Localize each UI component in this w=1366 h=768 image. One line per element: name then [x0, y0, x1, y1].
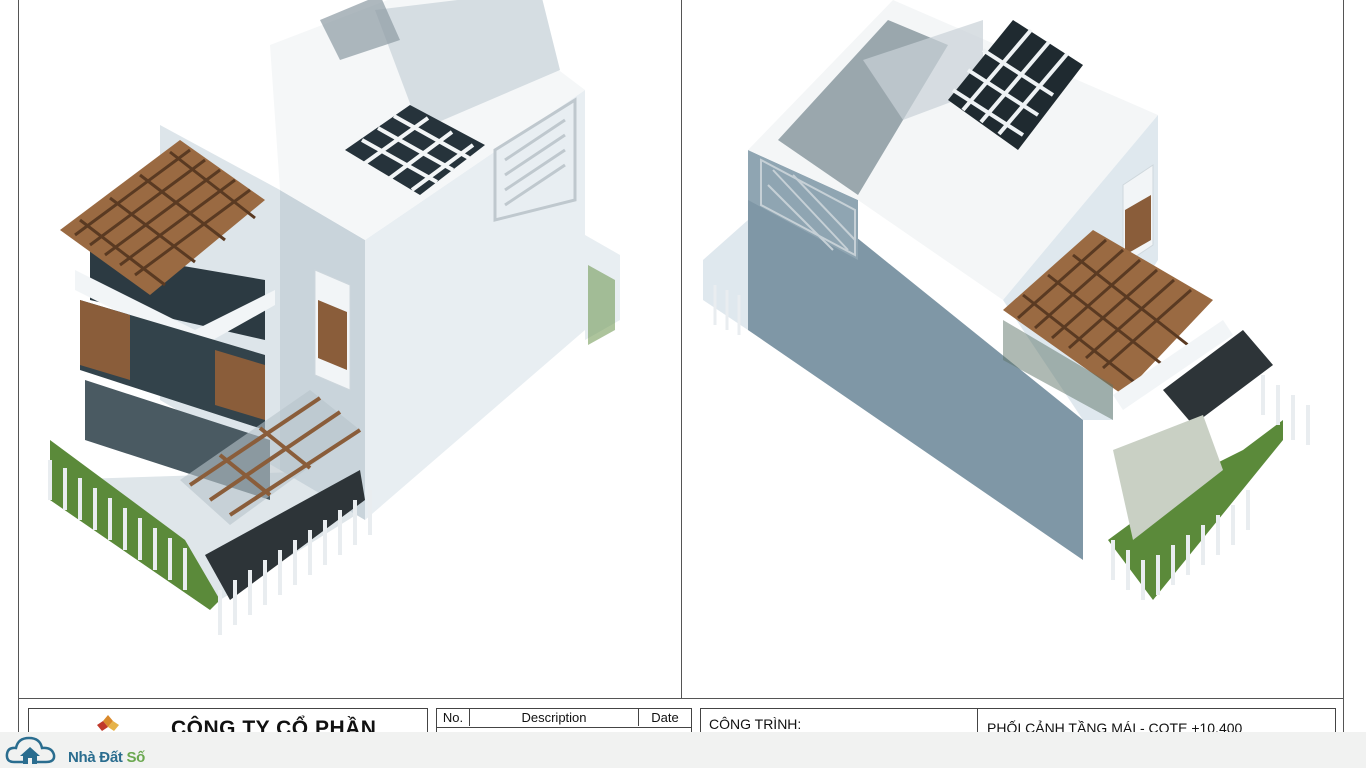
revision-header-no: No.	[437, 709, 470, 726]
project-label: CÔNG TRÌNH:	[709, 716, 802, 732]
revision-header-date: Date	[651, 710, 679, 725]
project-divider	[977, 709, 978, 733]
company-box: CÔNG TY CỔ PHẦN	[28, 708, 428, 740]
revision-header-description: Description	[470, 709, 639, 726]
sheet-border-right	[1343, 0, 1344, 732]
house-render-rear-view	[703, 0, 1310, 600]
project-info-box: CÔNG TRÌNH: PHỐI CẢNH TẦNG MÁI - COTE +1…	[700, 708, 1336, 736]
brand-text-part1: Nhà Đất	[68, 749, 127, 766]
watermark-bar: Nhà Đất Số	[0, 732, 1366, 768]
drawing-sheet: CÔNG TY CỔ PHẦN No. Description Date CÔN…	[0, 0, 1366, 768]
title-block: CÔNG TY CỔ PHẦN No. Description Date CÔN…	[20, 698, 1344, 740]
brand-text-part2: Số	[126, 749, 146, 766]
watermark-brand-text: Nhà Đất Số	[68, 749, 145, 766]
revision-table: No. Description Date	[436, 708, 692, 733]
house-render-front-view	[48, 0, 620, 635]
sheet-border-left	[18, 0, 19, 732]
house-cloud-logo-icon	[5, 736, 56, 764]
view-divider	[681, 0, 682, 698]
revision-row-divider	[437, 727, 691, 728]
